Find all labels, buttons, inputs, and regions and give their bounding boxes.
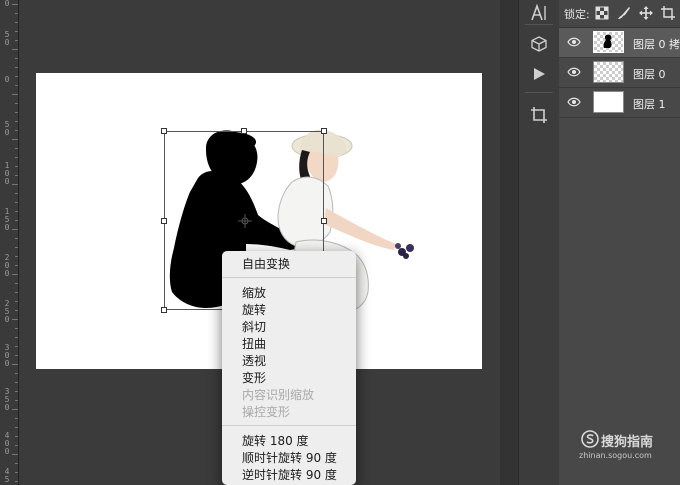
silhouette-thumbnail-icon xyxy=(603,34,612,48)
lock-image-pixels-icon[interactable] xyxy=(617,6,631,20)
menu-item-free-transform[interactable]: 自由变换 xyxy=(242,257,290,271)
character-panel-button[interactable] xyxy=(519,0,559,26)
visibility-eye-icon[interactable] xyxy=(567,66,581,78)
layer-name[interactable]: 图层 1 xyxy=(633,96,666,112)
menu-item-scale[interactable]: 缩放 xyxy=(242,286,266,300)
panel-icon-strip xyxy=(518,0,560,485)
menu-item-skew[interactable]: 斜切 xyxy=(242,320,266,334)
actions-panel-button[interactable] xyxy=(519,61,559,87)
menu-item-distort[interactable]: 扭曲 xyxy=(242,337,266,351)
menu-item-rotate-90-ccw[interactable]: 逆时针旋转 90 度 xyxy=(242,468,337,482)
cube-icon xyxy=(531,36,547,52)
menu-item-perspective[interactable]: 透视 xyxy=(242,354,266,368)
visibility-eye-icon[interactable] xyxy=(567,36,581,48)
character-icon xyxy=(531,4,546,21)
strip-separator xyxy=(525,24,553,25)
transform-handle-left[interactable] xyxy=(161,218,167,224)
visibility-eye-icon[interactable] xyxy=(567,96,581,108)
layer-row[interactable]: 图层 0 xyxy=(559,58,680,88)
lock-artboard-icon[interactable] xyxy=(661,6,675,20)
menu-item-puppet-warp: 操控变形 xyxy=(242,405,291,419)
layers-panel: 锁定: 图层 0 拷 图层 0 图层 1 xyxy=(559,0,680,485)
transform-handle-top-right[interactable] xyxy=(321,128,327,134)
crop-icon xyxy=(531,107,547,123)
lock-bar: 锁定: xyxy=(559,0,680,28)
menu-separator xyxy=(222,277,356,278)
menu-separator xyxy=(222,425,356,426)
menu-item-rotate-180[interactable]: 旋转 180 度 xyxy=(242,434,309,448)
layer-thumbnail xyxy=(593,61,624,83)
transform-handle-top[interactable] xyxy=(241,128,247,134)
watermark-domain: zhinan.sogou.com xyxy=(579,451,652,460)
menu-item-warp[interactable]: 变形 xyxy=(242,371,266,385)
menu-item-rotate[interactable]: 旋转 xyxy=(242,303,266,317)
strip-separator xyxy=(525,92,553,93)
panel-gutter xyxy=(500,0,518,485)
menu-item-content-aware-scale: 内容识别缩放 xyxy=(242,388,315,402)
layer-name[interactable]: 图层 0 拷 xyxy=(633,36,680,52)
watermark-brand: 搜狗指南 xyxy=(601,435,654,450)
layer-row[interactable]: 图层 1 xyxy=(559,88,680,118)
layer-thumbnail xyxy=(593,91,624,113)
lock-label: 锁定: xyxy=(564,8,590,21)
3d-panel-button[interactable] xyxy=(519,31,559,57)
layer-row-selected[interactable]: 图层 0 拷 xyxy=(559,28,680,58)
sogou-logo-icon xyxy=(581,430,599,448)
sogou-watermark: 搜狗指南 zhinan.sogou.com xyxy=(579,430,679,464)
menu-item-rotate-90-cw[interactable]: 顺时针旋转 90 度 xyxy=(242,451,337,465)
transform-handle-bottom-left[interactable] xyxy=(161,307,167,313)
crop-tool-button[interactable] xyxy=(519,102,559,128)
layer-thumbnail xyxy=(593,31,624,53)
transform-handle-right[interactable] xyxy=(321,218,327,224)
layer-name[interactable]: 图层 0 xyxy=(633,66,666,82)
transform-handle-top-left[interactable] xyxy=(161,128,167,134)
play-icon xyxy=(534,68,545,80)
lock-transparent-pixels-icon[interactable] xyxy=(595,6,609,20)
transform-context-menu: 自由变换 缩放 旋转 斜切 扭曲 透视 变形 内容识别缩放 操控变形 旋转 18… xyxy=(222,251,356,485)
reference-point-icon[interactable] xyxy=(238,214,252,228)
lock-position-icon[interactable] xyxy=(639,6,653,20)
